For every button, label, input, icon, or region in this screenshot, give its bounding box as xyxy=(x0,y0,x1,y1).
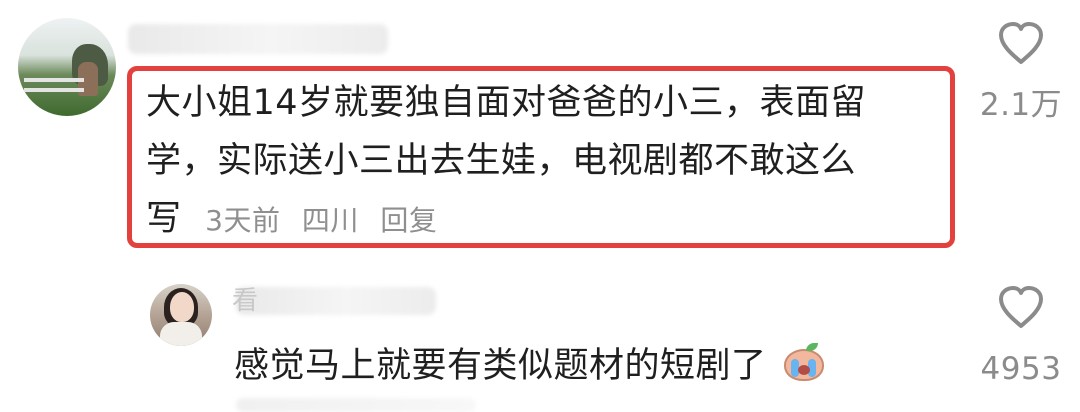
user-avatar[interactable] xyxy=(18,18,116,116)
crying-face-icon xyxy=(782,343,826,383)
like-count-main: 2.1万 xyxy=(979,87,1063,123)
comment-line-3-text: 写 xyxy=(146,199,182,239)
like-count-reply: 4953 xyxy=(980,351,1062,387)
comment-meta: 3天前 四川 回复 xyxy=(193,204,437,237)
reply-user-avatar[interactable] xyxy=(150,284,212,346)
reply-name-initial: 看 xyxy=(232,286,259,316)
blurred-username xyxy=(128,24,388,54)
comment-time: 3天前 xyxy=(205,204,281,237)
comment-location: 四川 xyxy=(301,204,359,237)
like-control-reply[interactable]: 4953 xyxy=(976,286,1066,386)
reply-text: 感觉马上就要有类似题材的短剧了 xyxy=(234,342,826,390)
heart-icon[interactable] xyxy=(997,286,1045,330)
comment-line-1: 大小姐14岁就要独自面对爸爸的小三，表面留 xyxy=(146,83,867,123)
blurred-following-content xyxy=(236,398,476,412)
like-control-main[interactable]: 2.1万 xyxy=(976,22,1066,122)
reply-text-content: 感觉马上就要有类似题材的短剧了 xyxy=(234,346,767,386)
comment-line-2: 学，实际送小三出去生娃，电视剧都不敢这么 xyxy=(146,141,857,181)
reply-button[interactable]: 回复 xyxy=(380,204,437,237)
blurred-reply-username xyxy=(236,287,436,315)
avatar-face-shape xyxy=(170,292,194,322)
avatar-fence-shape xyxy=(24,78,84,82)
emoji-sprout xyxy=(806,343,819,351)
avatar-shirt-shape xyxy=(160,322,202,346)
comment-line-3: 写 3天前 四川 回复 xyxy=(146,190,936,248)
heart-icon[interactable] xyxy=(997,22,1045,66)
comment-text: 大小姐14岁就要独自面对爸爸的小三，表面留 学，实际送小三出去生娃，电视剧都不敢… xyxy=(146,74,936,248)
